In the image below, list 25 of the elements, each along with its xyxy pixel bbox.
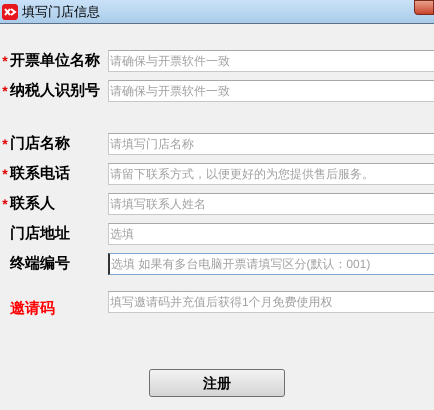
- required-mark: *: [1, 164, 9, 184]
- close-button[interactable]: [414, 0, 434, 15]
- input-field[interactable]: 请确保与开票软件一致: [108, 50, 434, 72]
- field-label: 终端编号: [10, 254, 71, 274]
- register-button[interactable]: 注册: [149, 369, 285, 397]
- field-label: 门店名称: [10, 134, 71, 154]
- app-logo-icon: [2, 4, 18, 20]
- required-mark: *: [1, 52, 9, 70]
- input-field[interactable]: 请填写门店名称: [108, 133, 434, 155]
- required-mark: *: [1, 134, 9, 154]
- input-field[interactable]: 请填写联系人姓名: [108, 193, 434, 215]
- input-field[interactable]: 填写邀请码并充值后获得1个月免费使用权: [108, 291, 434, 313]
- input-field[interactable]: 请确保与开票软件一致: [108, 80, 434, 102]
- field-label: 联系电话: [10, 164, 71, 184]
- field-label: 纳税人识别号: [10, 80, 101, 101]
- required-mark: *: [1, 194, 9, 214]
- field-label: 开票单位名称: [10, 50, 101, 71]
- field-label: 门店地址: [10, 224, 71, 244]
- window-title: 填写门店信息: [22, 2, 100, 21]
- required-mark: *: [1, 82, 9, 100]
- input-field[interactable]: 请留下联系方式，以便更好的为您提供售后服务。: [108, 163, 434, 185]
- field-label: 邀请码: [10, 298, 56, 319]
- input-field[interactable]: 选填: [108, 223, 434, 245]
- field-label: 联系人: [10, 194, 56, 214]
- input-field[interactable]: 选填 如果有多台电脑开票请填写区分(默认：001): [108, 253, 434, 275]
